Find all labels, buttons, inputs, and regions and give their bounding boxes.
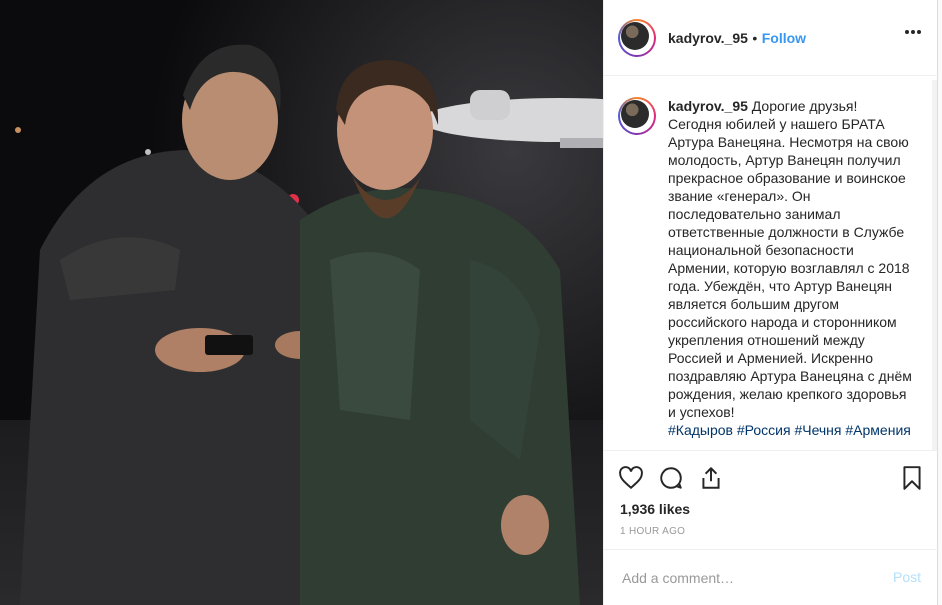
bookmark-icon[interactable]: [899, 465, 925, 491]
follow-button[interactable]: Follow: [762, 30, 806, 46]
hashtag-link[interactable]: #Кадыров: [668, 422, 733, 438]
caption-scrollbar[interactable]: [932, 80, 937, 450]
post-side-panel: kadyrov._95 • Follow kadyrov._95 Дорогие…: [603, 0, 939, 605]
post-photo[interactable]: [0, 0, 603, 605]
instagram-post: kadyrov._95 • Follow kadyrov._95 Дорогие…: [0, 0, 942, 605]
more-options-icon[interactable]: [905, 30, 921, 34]
caption-avatar[interactable]: [618, 97, 656, 135]
heart-icon[interactable]: [618, 465, 644, 491]
comment-input[interactable]: [620, 566, 884, 590]
header-username[interactable]: kadyrov._95: [668, 30, 748, 46]
caption-username[interactable]: kadyrov._95: [668, 98, 748, 114]
caption-area: kadyrov._95 Дорогие друзья! Сегодня юбил…: [604, 76, 939, 450]
post-actions: 1,936 likes 1 HOUR AGO: [604, 450, 939, 540]
caption-text: Дорогие друзья! Сегодня юбилей у нашего …: [668, 98, 912, 420]
add-comment-bar: Post: [604, 549, 939, 605]
photo-illustration: [0, 0, 603, 605]
hashtag-link[interactable]: #Россия: [737, 422, 791, 438]
post-header: kadyrov._95 • Follow: [604, 0, 939, 76]
comment-icon[interactable]: [658, 465, 684, 491]
likes-count[interactable]: 1,936 likes: [620, 501, 690, 517]
post-timestamp[interactable]: 1 HOUR AGO: [620, 526, 685, 537]
hashtag-link[interactable]: #Чечня: [794, 422, 841, 438]
caption-text-block: kadyrov._95 Дорогие друзья! Сегодня юбил…: [668, 97, 913, 439]
avatar[interactable]: [618, 19, 656, 57]
header-separator: •: [752, 30, 758, 46]
post-comment-button[interactable]: Post: [893, 569, 921, 585]
share-icon[interactable]: [698, 465, 724, 491]
hashtag-link[interactable]: #Армения: [845, 422, 910, 438]
